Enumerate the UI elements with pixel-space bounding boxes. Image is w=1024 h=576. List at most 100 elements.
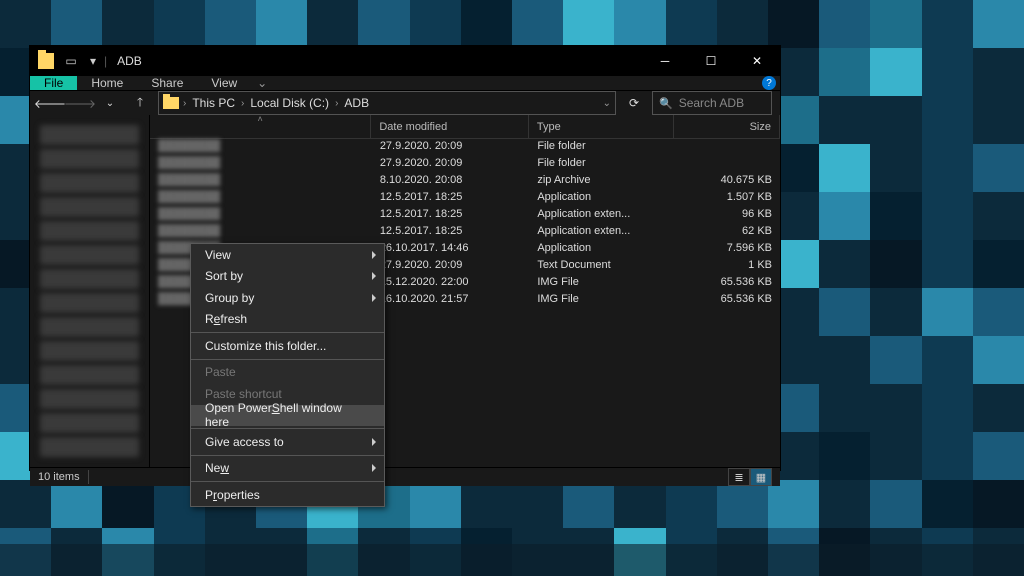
cell-type: IMG File bbox=[529, 292, 674, 309]
ribbon-expand-icon[interactable]: ⌄ bbox=[251, 76, 273, 90]
item-count: 10 items bbox=[38, 471, 80, 483]
taskbar[interactable] bbox=[0, 544, 1024, 576]
ctx-separator bbox=[191, 332, 384, 333]
breadcrumb-item[interactable]: This PC bbox=[190, 96, 237, 110]
titlebar[interactable]: ▭ ▾ | ADB ─ ☐ ✕ bbox=[30, 46, 780, 76]
search-icon: 🔍 bbox=[659, 97, 673, 110]
refresh-button[interactable]: ⟳ bbox=[622, 91, 646, 115]
cell-type: Text Document bbox=[529, 258, 674, 275]
cell-date: 27.9.2020. 20:09 bbox=[372, 139, 530, 156]
breadcrumb-separator: › bbox=[241, 98, 244, 109]
cell-type: File folder bbox=[529, 156, 674, 173]
table-row[interactable]: ████████27.9.2020. 20:09File folder bbox=[150, 156, 780, 173]
table-row[interactable]: ████████12.5.2017. 18:25Application1.507… bbox=[150, 190, 780, 207]
up-button[interactable]: 🡑 bbox=[128, 91, 152, 115]
minimize-button[interactable]: ─ bbox=[642, 46, 688, 76]
ctx-paste: Paste bbox=[191, 362, 384, 384]
cell-size: 40.675 KB bbox=[674, 173, 780, 190]
column-date[interactable]: Date modified bbox=[371, 115, 529, 138]
ctx-group-by[interactable]: Group by bbox=[191, 287, 384, 309]
cell-type: Application bbox=[529, 190, 674, 207]
ctx-refresh[interactable]: Refresh bbox=[191, 309, 384, 331]
explorer-window: ▭ ▾ | ADB ─ ☐ ✕ File Home Share View ⌄ ?… bbox=[30, 46, 780, 470]
cell-type: File folder bbox=[529, 139, 674, 156]
help-button[interactable]: ? bbox=[758, 76, 780, 90]
table-row[interactable]: ████████8.10.2020. 20:08zip Archive40.67… bbox=[150, 173, 780, 190]
status-divider bbox=[88, 470, 89, 484]
ctx-view[interactable]: View bbox=[191, 244, 384, 266]
large-icons-view-button[interactable]: ▦ bbox=[750, 468, 772, 486]
cell-size: 65.536 KB bbox=[674, 275, 780, 292]
search-placeholder: Search ADB bbox=[679, 96, 744, 110]
breadcrumb-separator: › bbox=[183, 98, 186, 109]
breadcrumb-item[interactable]: Local Disk (C:) bbox=[248, 96, 331, 110]
ctx-open-powershell[interactable]: Open PowerShell window here bbox=[191, 405, 384, 427]
column-type[interactable]: Type bbox=[529, 115, 674, 138]
nav-toolbar: 🡐 🡒 ⌄ 🡑 › This PC › Local Disk (C:) › AD… bbox=[30, 91, 780, 115]
cell-size: 1 KB bbox=[674, 258, 780, 275]
forward-button[interactable]: 🡒 bbox=[68, 91, 92, 115]
cell-size bbox=[674, 139, 780, 156]
cell-type: Application exten... bbox=[529, 207, 674, 224]
ctx-separator bbox=[191, 481, 384, 482]
cell-date: 16.10.2020. 21:57 bbox=[372, 292, 530, 309]
ribbon: File Home Share View ⌄ ? bbox=[30, 76, 780, 91]
cell-name: ████████ bbox=[150, 173, 372, 190]
ribbon-view-tab[interactable]: View bbox=[197, 76, 251, 90]
cell-name: ████████ bbox=[150, 190, 372, 207]
ctx-properties[interactable]: Properties bbox=[191, 484, 384, 506]
address-bar[interactable]: › This PC › Local Disk (C:) › ADB ⌄ bbox=[158, 91, 616, 115]
ribbon-home-tab[interactable]: Home bbox=[77, 76, 137, 90]
close-button[interactable]: ✕ bbox=[734, 46, 780, 76]
column-size[interactable]: Size bbox=[674, 115, 780, 138]
cell-date: 27.9.2020. 20:09 bbox=[372, 156, 530, 173]
address-dropdown-icon[interactable]: ⌄ bbox=[603, 98, 611, 109]
details-view-button[interactable]: ≣ bbox=[728, 468, 750, 486]
cell-size: 7.596 KB bbox=[674, 241, 780, 258]
cell-date: 8.10.2020. 20:08 bbox=[372, 173, 530, 190]
column-headers: ˄ Date modified Type Size bbox=[150, 115, 780, 139]
breadcrumb-separator: › bbox=[335, 98, 338, 109]
cell-type: Application exten... bbox=[529, 224, 674, 241]
cell-date: 12.5.2017. 18:25 bbox=[372, 190, 530, 207]
cell-date: 12.5.2017. 18:25 bbox=[372, 224, 530, 241]
table-row[interactable]: ████████12.5.2017. 18:25Application exte… bbox=[150, 224, 780, 241]
status-bar: 10 items ≣ ▦ bbox=[30, 467, 780, 486]
cell-size: 1.507 KB bbox=[674, 190, 780, 207]
cell-type: Application bbox=[529, 241, 674, 258]
ctx-customize[interactable]: Customize this folder... bbox=[191, 335, 384, 357]
cell-date: 12.5.2017. 18:25 bbox=[372, 207, 530, 224]
titlebar-divider: | bbox=[104, 54, 107, 68]
cell-size: 96 KB bbox=[674, 207, 780, 224]
ctx-new[interactable]: New bbox=[191, 458, 384, 480]
table-row[interactable]: ████████27.9.2020. 20:09File folder bbox=[150, 139, 780, 156]
cell-name: ████████ bbox=[150, 139, 372, 156]
navigation-pane[interactable] bbox=[30, 115, 150, 467]
ctx-sort-by[interactable]: Sort by bbox=[191, 266, 384, 288]
search-box[interactable]: 🔍 Search ADB bbox=[652, 91, 772, 115]
table-row[interactable]: ████████12.5.2017. 18:25Application exte… bbox=[150, 207, 780, 224]
column-name[interactable]: ˄ bbox=[150, 115, 371, 138]
cell-date: 26.10.2017. 14:46 bbox=[372, 241, 530, 258]
ctx-give-access[interactable]: Give access to bbox=[191, 431, 384, 453]
qat-new-folder-icon[interactable]: ▾ bbox=[84, 50, 102, 72]
qat-properties-icon[interactable]: ▭ bbox=[62, 50, 80, 72]
window-title: ADB bbox=[117, 54, 142, 68]
cell-size: 65.536 KB bbox=[674, 292, 780, 309]
folder-icon bbox=[163, 97, 179, 109]
recent-locations-button[interactable]: ⌄ bbox=[98, 91, 122, 115]
maximize-button[interactable]: ☐ bbox=[688, 46, 734, 76]
quick-access-toolbar: ▭ ▾ bbox=[62, 50, 102, 72]
cell-date: 15.12.2020. 22:00 bbox=[372, 275, 530, 292]
cell-size bbox=[674, 156, 780, 173]
ctx-separator bbox=[191, 359, 384, 360]
cell-date: 27.9.2020. 20:09 bbox=[372, 258, 530, 275]
cell-type: IMG File bbox=[529, 275, 674, 292]
cell-type: zip Archive bbox=[529, 173, 674, 190]
ribbon-share-tab[interactable]: Share bbox=[137, 76, 197, 90]
ctx-separator bbox=[191, 455, 384, 456]
breadcrumb-item[interactable]: ADB bbox=[342, 96, 371, 110]
context-menu: View Sort by Group by Refresh Customize … bbox=[190, 243, 385, 507]
ribbon-file-tab[interactable]: File bbox=[30, 76, 77, 90]
back-button[interactable]: 🡐 bbox=[38, 91, 62, 115]
